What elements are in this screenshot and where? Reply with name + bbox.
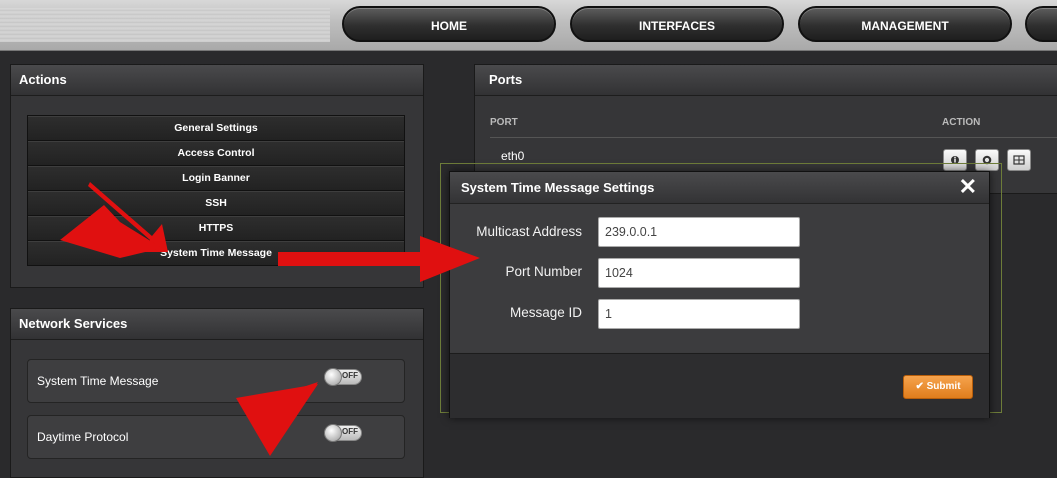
annotation-arrows (60, 182, 480, 456)
annotation-arrow (278, 236, 480, 282)
